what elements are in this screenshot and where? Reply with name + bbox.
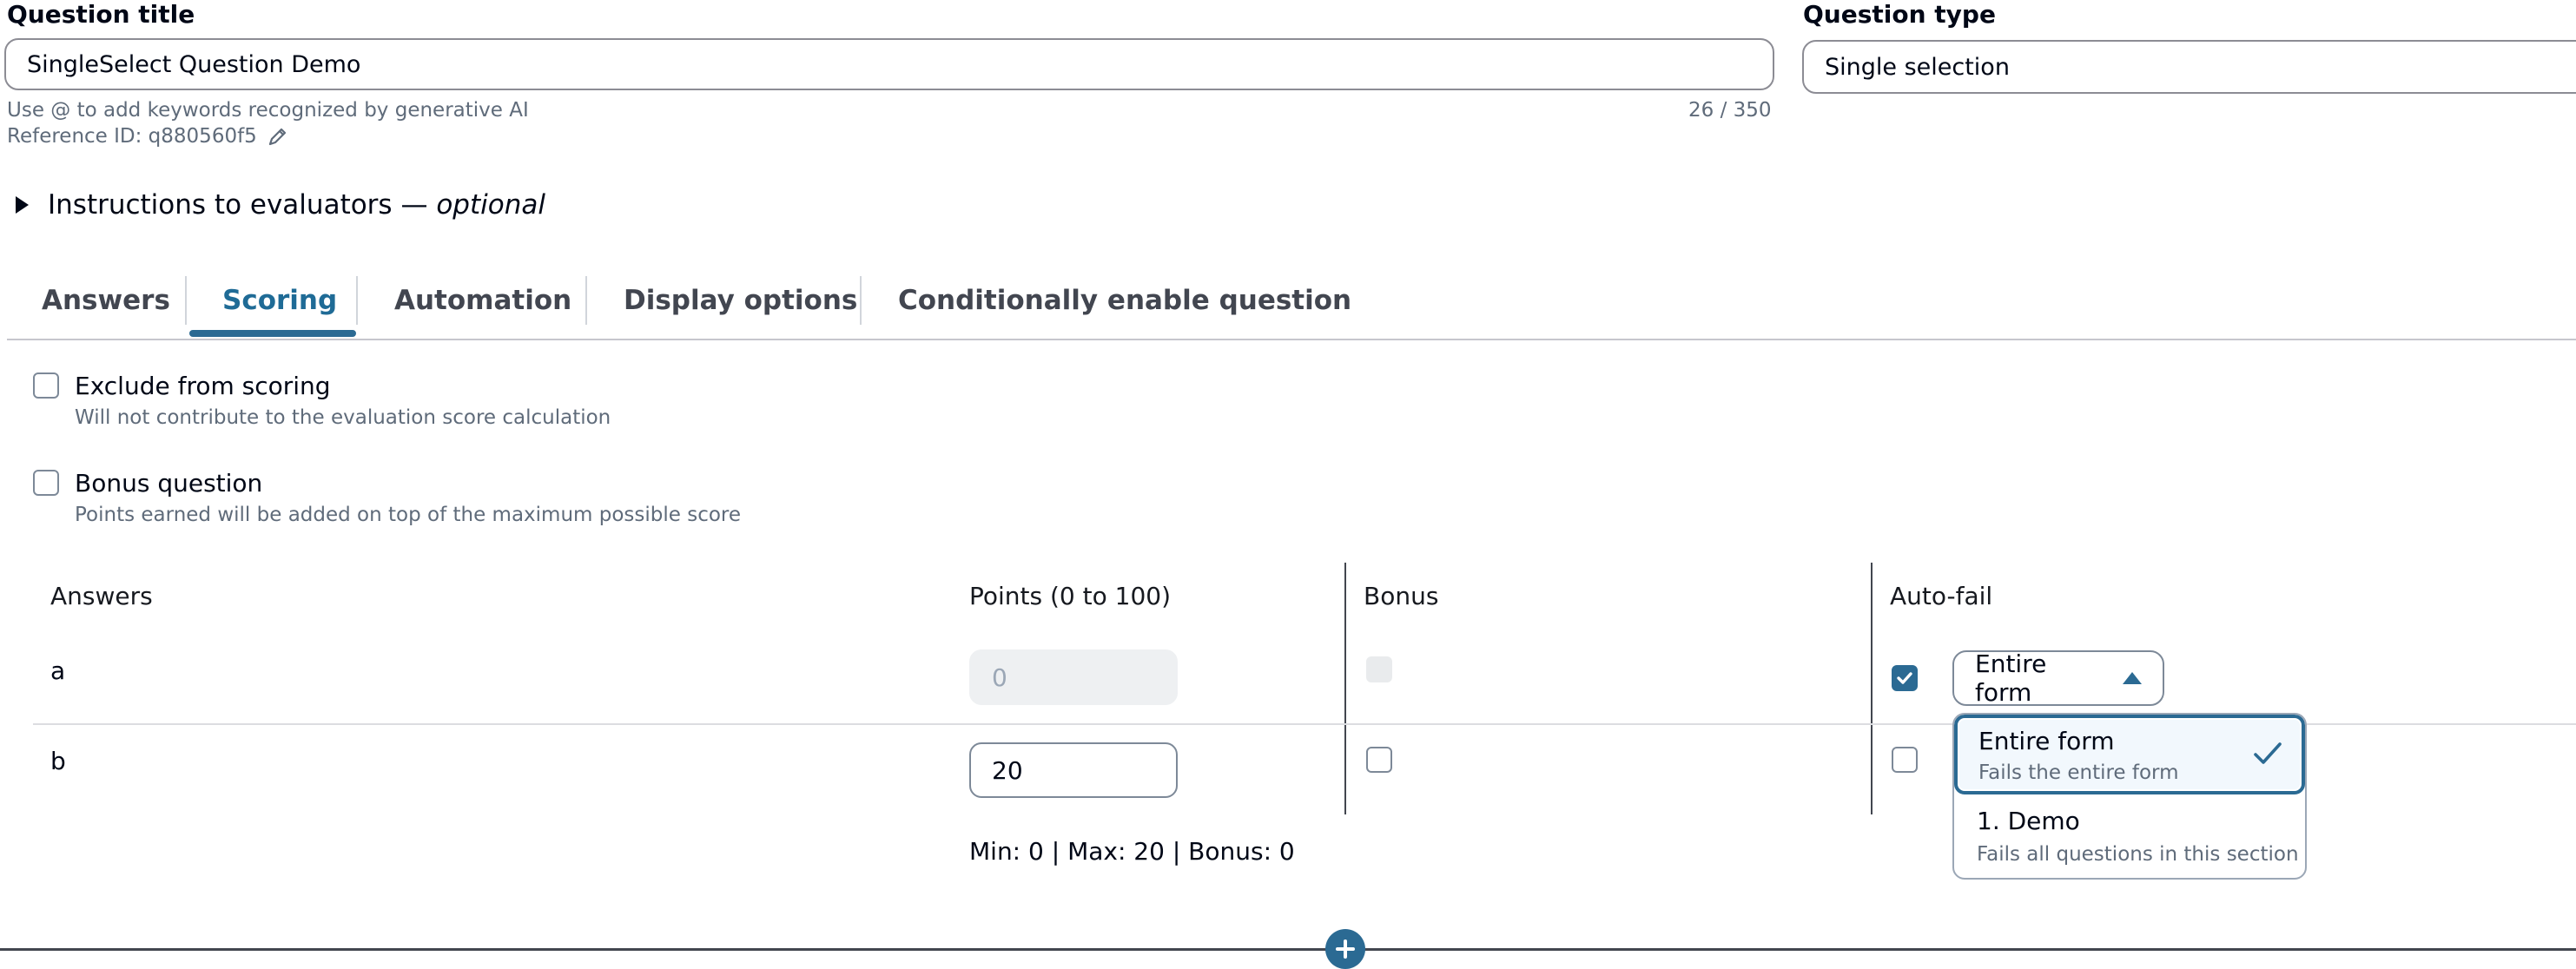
points-input-b[interactable]: 20	[969, 742, 1178, 798]
tab-scoring[interactable]: Scoring	[222, 283, 337, 318]
tab-separator	[185, 276, 187, 325]
instructions-optional: optional	[436, 189, 545, 221]
answer-b-label: b	[50, 747, 66, 775]
tab-separator	[356, 276, 358, 325]
column-divider	[1344, 563, 1346, 814]
question-type-value: Single selection	[1825, 53, 2010, 81]
autofail-column-header: Auto-fail	[1890, 582, 1993, 610]
tab-display-options[interactable]: Display options	[624, 283, 857, 318]
tab-answers[interactable]: Answers	[42, 283, 170, 318]
section-divider	[0, 948, 2576, 951]
add-question-button[interactable]	[1325, 929, 1365, 969]
answer-a-label: a	[50, 656, 66, 685]
reference-id: Reference ID: q880560f5	[7, 125, 288, 148]
tabs-divider	[7, 339, 2576, 340]
points-value-b: 20	[992, 755, 1023, 785]
tab-automation[interactable]: Automation	[394, 283, 571, 318]
score-summary: Min: 0 | Max: 20 | Bonus: 0	[969, 837, 1295, 866]
tab-separator	[585, 276, 587, 325]
question-title-label: Question title	[7, 0, 195, 29]
bonus-column-header: Bonus	[1364, 582, 1439, 610]
points-input-a: 0	[969, 649, 1178, 705]
dropdown-option-entire-form[interactable]: Entire form Fails the entire form	[1954, 715, 2305, 794]
question-title-value: SingleSelect Question Demo	[27, 50, 361, 78]
bonus-question-desc: Points earned will be added on top of th…	[75, 504, 742, 526]
tab-conditionally-enable[interactable]: Conditionally enable question	[898, 283, 1351, 318]
checkmark-icon	[1897, 672, 1912, 684]
reference-id-text: Reference ID: q880560f5	[7, 125, 257, 148]
bonus-question-label: Bonus question	[75, 469, 263, 498]
autofail-scope-value-a: Entire form	[1975, 649, 2047, 707]
exclude-from-scoring-checkbox[interactable]	[33, 372, 59, 399]
pencil-icon[interactable]	[268, 126, 288, 147]
question-type-select[interactable]: Single selection	[1802, 40, 2576, 94]
points-value-a: 0	[992, 662, 1007, 692]
instructions-expander[interactable]: Instructions to evaluators — optional	[16, 189, 545, 221]
dropdown-option-demo[interactable]: 1. Demo Fails all questions in this sect…	[1954, 796, 2305, 878]
dropdown-option-title: 1. Demo	[1977, 807, 2080, 835]
bonus-checkbox-b[interactable]	[1366, 747, 1392, 773]
autofail-scope-dropdown: Entire form Fails the entire form 1. Dem…	[1952, 713, 2307, 880]
column-divider	[1871, 563, 1873, 814]
dropdown-option-title: Entire form	[1978, 727, 2115, 755]
tab-separator	[860, 276, 862, 325]
dropdown-option-desc: Fails all questions in this section	[1977, 843, 2299, 866]
caret-right-icon	[16, 196, 29, 214]
autofail-scope-select-a[interactable]: Entire form	[1952, 649, 2164, 707]
autofail-checkbox-b[interactable]	[1892, 747, 1918, 773]
question-title-input[interactable]: SingleSelect Question Demo	[4, 38, 1774, 90]
dropdown-option-desc: Fails the entire form	[1978, 761, 2179, 784]
exclude-from-scoring-desc: Will not contribute to the evaluation sc…	[75, 406, 611, 429]
active-tab-indicator	[189, 330, 356, 337]
check-icon	[2253, 741, 2282, 770]
instructions-label: Instructions to evaluators	[48, 189, 393, 221]
char-counter: 26 / 350	[1688, 99, 1772, 122]
points-column-header: Points (0 to 100)	[969, 582, 1172, 610]
keyword-hint: Use @ to add keywords recognized by gene…	[7, 99, 529, 122]
autofail-checkbox-a[interactable]	[1892, 665, 1918, 691]
caret-up-icon	[2123, 672, 2142, 684]
exclude-from-scoring-label: Exclude from scoring	[75, 372, 331, 400]
bonus-checkbox-a	[1366, 656, 1392, 682]
bonus-question-checkbox[interactable]	[33, 470, 59, 496]
plus-icon	[1336, 939, 1355, 959]
instructions-dash: —	[392, 189, 437, 221]
answers-column-header: Answers	[50, 582, 153, 610]
question-type-label: Question type	[1803, 0, 1996, 29]
